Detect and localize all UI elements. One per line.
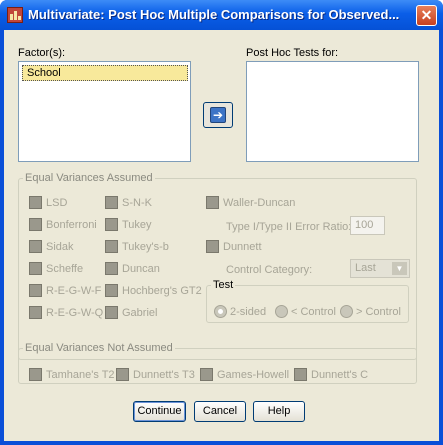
dialog-window: Multivariate: Post Hoc Multiple Comparis… xyxy=(0,0,443,445)
error-ratio-label: Type I/Type II Error Ratio: xyxy=(226,221,352,233)
bonferroni-label: Bonferroni xyxy=(46,219,97,231)
games-howell-label: Games-Howell xyxy=(217,369,290,381)
continue-button[interactable]: Continue xyxy=(133,401,186,422)
less-than-control-label: < Control xyxy=(291,306,336,318)
waller-duncan-checkbox[interactable] xyxy=(206,196,219,209)
equal-variances-not-assumed-title: Equal Variances Not Assumed xyxy=(25,342,173,354)
hochberg-checkbox[interactable] xyxy=(105,284,118,297)
close-icon[interactable]: ✕ xyxy=(416,5,437,26)
duncan-checkbox[interactable] xyxy=(105,262,118,275)
greater-than-control-radio[interactable] xyxy=(340,305,353,318)
scheffe-checkbox[interactable] xyxy=(29,262,42,275)
move-to-post-hoc-button[interactable]: ➔ xyxy=(203,102,233,128)
tamhane-label: Tamhane's T2 xyxy=(46,369,115,381)
chevron-down-icon: ▼ xyxy=(392,262,407,275)
two-sided-label: 2-sided xyxy=(230,306,267,318)
snk-label: S-N-K xyxy=(122,197,152,209)
post-hoc-tests-label: Post Hoc Tests for: xyxy=(246,47,339,59)
regwf-label: R-E-G-W-F xyxy=(46,285,102,297)
dunnett-checkbox[interactable] xyxy=(206,240,219,253)
title-bar[interactable]: Multivariate: Post Hoc Multiple Comparis… xyxy=(0,0,443,30)
spss-app-icon xyxy=(7,7,23,23)
dunnetts-c-checkbox[interactable] xyxy=(294,368,307,381)
scheffe-label: Scheffe xyxy=(46,263,84,275)
tukey-label: Tukey xyxy=(122,219,152,231)
sidak-label: Sidak xyxy=(46,241,74,253)
lsd-label: LSD xyxy=(46,197,68,209)
regwf-checkbox[interactable] xyxy=(29,284,42,297)
dunnetts-c-label: Dunnett's C xyxy=(311,369,369,381)
duncan-label: Duncan xyxy=(122,263,160,275)
greater-than-control-label: > Control xyxy=(356,306,401,318)
tukeys-b-label: Tukey's-b xyxy=(122,241,169,253)
factors-label: Factor(s): xyxy=(18,47,66,59)
bonferroni-checkbox[interactable] xyxy=(29,218,42,231)
test-title: Test xyxy=(213,279,234,291)
help-button[interactable]: Help xyxy=(253,401,305,422)
equal-variances-assumed-title: Equal Variances Assumed xyxy=(25,172,153,184)
hochberg-label: Hochberg's GT2 xyxy=(122,285,202,297)
control-category-label: Control Category: xyxy=(226,264,313,276)
gabriel-checkbox[interactable] xyxy=(105,306,118,319)
window-title: Multivariate: Post Hoc Multiple Comparis… xyxy=(28,7,400,22)
two-sided-radio[interactable] xyxy=(214,305,227,318)
control-category-value: Last xyxy=(355,262,376,274)
less-than-control-radio[interactable] xyxy=(275,305,288,318)
regwq-label: R-E-G-W-Q xyxy=(46,307,104,319)
tukeys-b-checkbox[interactable] xyxy=(105,240,118,253)
right-arrow-icon: ➔ xyxy=(210,107,226,123)
cancel-button[interactable]: Cancel xyxy=(194,401,246,422)
waller-duncan-label: Waller-Duncan xyxy=(223,197,296,209)
gabriel-label: Gabriel xyxy=(122,307,158,319)
post-hoc-tests-listbox[interactable] xyxy=(246,61,419,162)
factor-item-school[interactable]: School xyxy=(22,65,188,81)
snk-checkbox[interactable] xyxy=(105,196,118,209)
dunnetts-t3-checkbox[interactable] xyxy=(116,368,129,381)
tukey-checkbox[interactable] xyxy=(105,218,118,231)
control-category-select[interactable]: Last ▼ xyxy=(350,259,410,278)
regwq-checkbox[interactable] xyxy=(29,306,42,319)
dunnett-label: Dunnett xyxy=(223,241,262,253)
dialog-body: Factor(s): School ➔ Post Hoc Tests for: … xyxy=(4,30,439,441)
error-ratio-input[interactable]: 100 xyxy=(350,216,385,235)
lsd-checkbox[interactable] xyxy=(29,196,42,209)
games-howell-checkbox[interactable] xyxy=(200,368,213,381)
factors-listbox[interactable]: School xyxy=(18,61,191,162)
sidak-checkbox[interactable] xyxy=(29,240,42,253)
tamhane-checkbox[interactable] xyxy=(29,368,42,381)
dunnetts-t3-label: Dunnett's T3 xyxy=(133,369,195,381)
